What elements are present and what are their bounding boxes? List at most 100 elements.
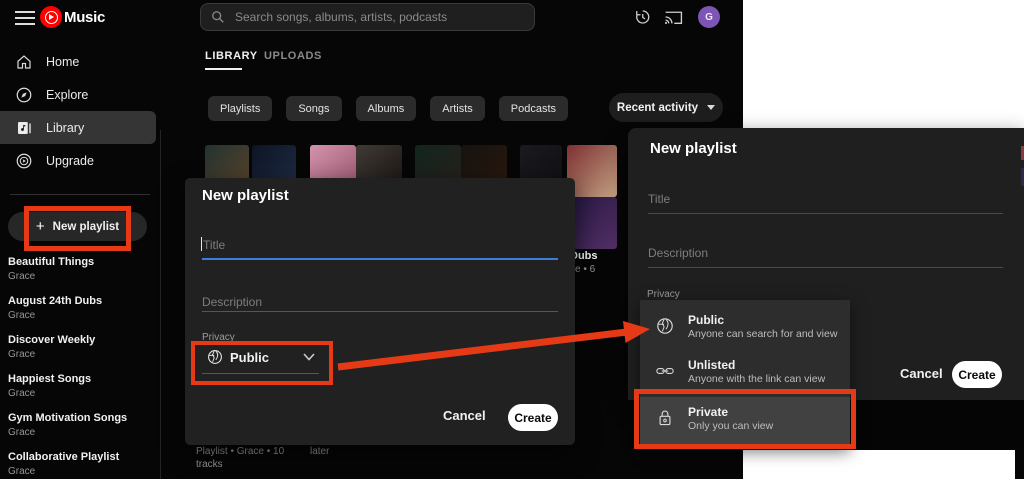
privacy-option-unlisted[interactable]: Unlisted Anyone with the link can view — [640, 352, 850, 397]
option-title: Private — [688, 405, 729, 419]
privacy-select[interactable]: Public — [207, 348, 327, 368]
description-field[interactable]: Description — [648, 246, 708, 260]
create-button[interactable]: Create — [952, 361, 1002, 388]
playlist-title: Beautiful Things — [8, 256, 95, 268]
globe-icon — [657, 318, 673, 334]
sidebar-item-label: Home — [46, 54, 80, 69]
sort-label: Recent activity — [616, 101, 699, 114]
playlist-title: Collaborative Playlist — [8, 451, 120, 463]
cancel-button[interactable]: Cancel — [443, 408, 486, 423]
chip-podcasts[interactable]: Podcasts — [498, 96, 569, 121]
option-description: Only you can view — [688, 420, 774, 432]
playlist-title: Gym Motivation Songs — [8, 412, 128, 424]
privacy-menu-screenshot: New playlist Title Description Privacy C… — [628, 128, 1024, 450]
title-field[interactable]: Title — [203, 238, 225, 252]
chip-albums[interactable]: Albums — [355, 96, 417, 121]
chip-songs[interactable]: Songs — [286, 96, 342, 121]
play-icon — [49, 14, 54, 20]
description-underline — [202, 311, 558, 312]
library-icon — [18, 121, 31, 134]
chip-playlists[interactable]: Playlists — [208, 96, 273, 121]
chip-artists[interactable]: Artists — [430, 96, 485, 121]
search-input[interactable] — [235, 10, 524, 24]
tab-library[interactable]: LIBRARY — [205, 50, 258, 62]
sidebar-playlist-gym-motivation-songs[interactable]: Gym Motivation Songs Grace — [8, 412, 158, 439]
sidebar-item-home[interactable]: Home — [0, 45, 160, 78]
globe-icon — [208, 350, 222, 364]
grid-item-meta-line2: tracks — [196, 459, 223, 470]
description-field[interactable]: Description — [202, 295, 262, 309]
grid-item-meta-line1: Playlist • Grace • 10 — [196, 446, 285, 457]
dialog-heading: New playlist — [202, 187, 289, 204]
playlist-owner: Grace — [8, 427, 36, 438]
new-playlist-label: New playlist — [52, 220, 120, 233]
title-field[interactable]: Title — [648, 192, 670, 206]
cancel-button[interactable]: Cancel — [900, 366, 943, 381]
youtube-music-logo-icon[interactable] — [40, 6, 62, 28]
option-title: Public — [688, 313, 725, 327]
title-underline-focused — [202, 258, 558, 260]
crop-artifact-corner — [1015, 448, 1024, 479]
upgrade-icon — [16, 153, 32, 168]
chevron-down-icon — [303, 353, 315, 361]
sidebar-playlist-discover-weekly[interactable]: Discover Weekly Grace — [8, 334, 158, 361]
sidebar-content-divider — [160, 130, 161, 479]
cast-icon[interactable] — [664, 9, 683, 25]
new-playlist-button[interactable]: + New playlist — [8, 212, 147, 241]
compass-icon — [16, 87, 32, 102]
text-cursor — [201, 237, 202, 251]
link-icon — [656, 368, 674, 374]
privacy-label: Privacy — [647, 289, 680, 300]
tab-uploads[interactable]: UPLOADS — [264, 50, 322, 62]
logo-ring — [44, 10, 58, 24]
home-icon — [17, 54, 31, 69]
plus-icon: + — [35, 218, 45, 235]
sidebar-playlist-collaborative-playlist[interactable]: Collaborative Playlist Grace — [8, 451, 158, 478]
dialog-heading: New playlist — [650, 140, 737, 157]
privacy-label: Privacy — [202, 332, 235, 343]
lock-icon — [659, 410, 671, 426]
privacy-option-public[interactable]: Public Anyone can search for and view — [640, 307, 850, 352]
avatar-initial: G — [705, 11, 713, 23]
sidebar-item-library[interactable]: Library — [0, 111, 156, 144]
create-button[interactable]: Create — [508, 404, 558, 431]
sidebar-playlist-happiest-songs[interactable]: Happiest Songs Grace — [8, 373, 158, 400]
description-underline — [648, 267, 1003, 268]
playlist-title: Discover Weekly — [8, 334, 96, 346]
sidebar-item-label: Explore — [46, 87, 89, 102]
sidebar-divider — [10, 194, 150, 195]
title-underline — [648, 213, 1003, 214]
playlist-owner: Grace — [8, 349, 36, 360]
menu-icon[interactable] — [15, 11, 35, 25]
privacy-underline — [202, 373, 319, 374]
privacy-dropdown-menu: Public Anyone can search for and view Un… — [640, 300, 850, 448]
option-title: Unlisted — [688, 358, 736, 372]
filter-chips: Playlists Songs Albums Artists Podcasts — [208, 96, 569, 121]
privacy-selected-value: Public — [230, 350, 270, 365]
grid-item-meta-mid: later — [310, 446, 330, 457]
search-bar[interactable] — [200, 3, 535, 31]
playlist-owner: Grace — [8, 388, 36, 399]
active-tab-underline — [205, 68, 242, 70]
playlist-title: August 24th Dubs — [8, 295, 103, 307]
privacy-option-private[interactable]: Private Only you can view — [640, 397, 850, 445]
option-description: Anyone can search for and view — [688, 328, 838, 340]
option-description: Anyone with the link can view — [688, 373, 826, 385]
sidebar-item-upgrade[interactable]: Upgrade — [0, 144, 160, 177]
playlist-owner: Grace — [8, 310, 36, 321]
sidebar-playlist-beautiful-things[interactable]: Beautiful Things Grace — [8, 256, 158, 283]
sidebar-item-explore[interactable]: Explore — [0, 78, 160, 111]
search-icon — [212, 11, 224, 23]
history-icon[interactable] — [633, 8, 651, 26]
new-playlist-dialog: New playlist Title Description Privacy P… — [185, 178, 575, 445]
playlist-title: Happiest Songs — [8, 373, 92, 385]
caret-down-icon — [707, 105, 716, 110]
sidebar-playlist-august-24th-dubs[interactable]: August 24th Dubs Grace — [8, 295, 158, 322]
sidebar-item-label: Library — [46, 120, 85, 135]
brand-title: Music — [64, 9, 106, 26]
account-avatar[interactable]: G — [698, 6, 720, 28]
playlist-owner: Grace — [8, 271, 36, 282]
playlist-owner: Grace — [8, 466, 36, 477]
sort-dropdown[interactable]: Recent activity — [609, 93, 723, 122]
sidebar-item-label: Upgrade — [46, 153, 94, 168]
